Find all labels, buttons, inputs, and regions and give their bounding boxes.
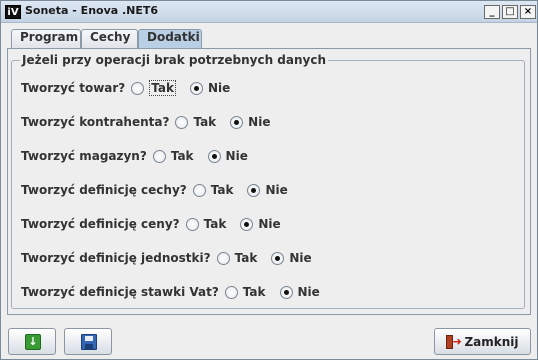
floppy-disk-icon (81, 334, 97, 350)
question-row-jednostka: Tworzyć definicję jednostki? Tak Nie (21, 249, 326, 267)
app-logo-icon: iV (5, 5, 21, 19)
radio-selected-icon[interactable] (247, 183, 261, 197)
radio-selected-icon[interactable] (240, 217, 254, 231)
question-label: Tworzyć definicję jednostki? (21, 251, 211, 265)
radio-unselected-icon[interactable] (185, 217, 199, 231)
question-label: Tworzyć towar? (21, 81, 126, 95)
radio-nie-cena[interactable]: Nie (240, 217, 281, 231)
radio-tak-cena[interactable]: Tak (185, 217, 227, 231)
radio-tak-jednostka[interactable]: Tak (216, 251, 258, 265)
radio-nie-kontrahent[interactable]: Nie (230, 115, 270, 129)
radio-unselected-icon[interactable] (152, 149, 166, 163)
minimize-button[interactable]: _ (484, 5, 500, 19)
radio-nie-jednostka[interactable]: Nie (271, 251, 312, 265)
option-label-tak: Tak (149, 80, 176, 96)
radio-tak-stawka-vat[interactable]: Tak (224, 285, 266, 299)
radio-nie-magazyn[interactable]: Nie (207, 149, 248, 163)
option-label-nie: Nie (225, 149, 248, 163)
download-icon: ↓ (25, 334, 41, 350)
title-bar[interactable]: iV Soneta - Enova .NET6 _ □ × (1, 1, 537, 23)
radio-tak-magazyn[interactable]: Tak (152, 149, 194, 163)
radio-selected-icon[interactable] (271, 251, 285, 265)
question-row-cecha: Tworzyć definicję cechy? Tak Nie (21, 181, 302, 199)
option-label-tak: Tak (193, 115, 217, 129)
radio-nie-towar[interactable]: Nie (189, 81, 231, 95)
app-window: iV Soneta - Enova .NET6 _ □ × Program Ce… (0, 0, 538, 360)
question-row-kontrahent: Tworzyć kontrahenta? Tak Nie (21, 113, 284, 131)
question-row-towar: Tworzyć towar? Tak Nie (21, 79, 244, 97)
tab-program[interactable]: Program (11, 29, 81, 49)
option-label-nie: Nie (265, 183, 288, 197)
question-label: Tworzyć magazyn? (21, 149, 147, 163)
radio-nie-stawka-vat[interactable]: Nie (279, 285, 320, 299)
option-label-nie: Nie (248, 115, 271, 129)
radio-selected-icon[interactable] (230, 115, 244, 129)
question-row-magazyn: Tworzyć magazyn? Tak Nie (21, 147, 262, 165)
question-label: Tworzyć definicję stawki Vat? (21, 285, 219, 299)
download-button[interactable]: ↓ (8, 328, 56, 355)
close-button[interactable]: ➜ Zamknij (434, 328, 531, 355)
radio-unselected-icon[interactable] (131, 81, 145, 95)
option-label-nie: Nie (297, 285, 320, 299)
close-window-button[interactable]: × (520, 5, 536, 19)
option-label-tak: Tak (234, 251, 258, 265)
radio-unselected-icon[interactable] (192, 183, 206, 197)
close-button-label: Zamknij (464, 334, 519, 349)
radio-tak-kontrahent[interactable]: Tak (175, 115, 216, 129)
radio-selected-icon[interactable] (207, 149, 221, 163)
maximize-button[interactable]: □ (502, 5, 518, 19)
option-label-tak: Tak (170, 149, 194, 163)
option-label-tak: Tak (210, 183, 234, 197)
save-button[interactable] (64, 328, 112, 355)
question-label: Tworzyć definicję cechy? (21, 183, 187, 197)
question-label: Tworzyć definicję ceny? (21, 217, 180, 231)
radio-unselected-icon[interactable] (175, 115, 189, 129)
radio-unselected-icon[interactable] (224, 285, 238, 299)
question-row-cena: Tworzyć definicję ceny? Tak Nie (21, 215, 295, 233)
group-title: Jeżeli przy operacji brak potrzebnych da… (20, 53, 329, 67)
radio-selected-icon[interactable] (189, 81, 203, 95)
option-label-tak: Tak (242, 285, 266, 299)
radio-nie-cecha[interactable]: Nie (247, 183, 288, 197)
radio-tak-cecha[interactable]: Tak (192, 183, 234, 197)
window-title: Soneta - Enova .NET6 (25, 4, 159, 17)
radio-tak-towar[interactable]: Tak (131, 80, 176, 96)
radio-selected-icon[interactable] (279, 285, 293, 299)
option-label-nie: Nie (207, 81, 231, 95)
question-row-stawka-vat: Tworzyć definicję stawki Vat? Tak Nie (21, 283, 334, 301)
exit-door-icon: ➜ (446, 334, 462, 349)
radio-unselected-icon[interactable] (216, 251, 230, 265)
question-label: Tworzyć kontrahenta? (21, 115, 170, 129)
option-label-tak: Tak (203, 217, 227, 231)
tab-cechy[interactable]: Cechy (81, 29, 138, 49)
tab-dodatki[interactable]: Dodatki (138, 29, 202, 49)
option-label-nie: Nie (289, 251, 312, 265)
option-label-nie: Nie (258, 217, 281, 231)
